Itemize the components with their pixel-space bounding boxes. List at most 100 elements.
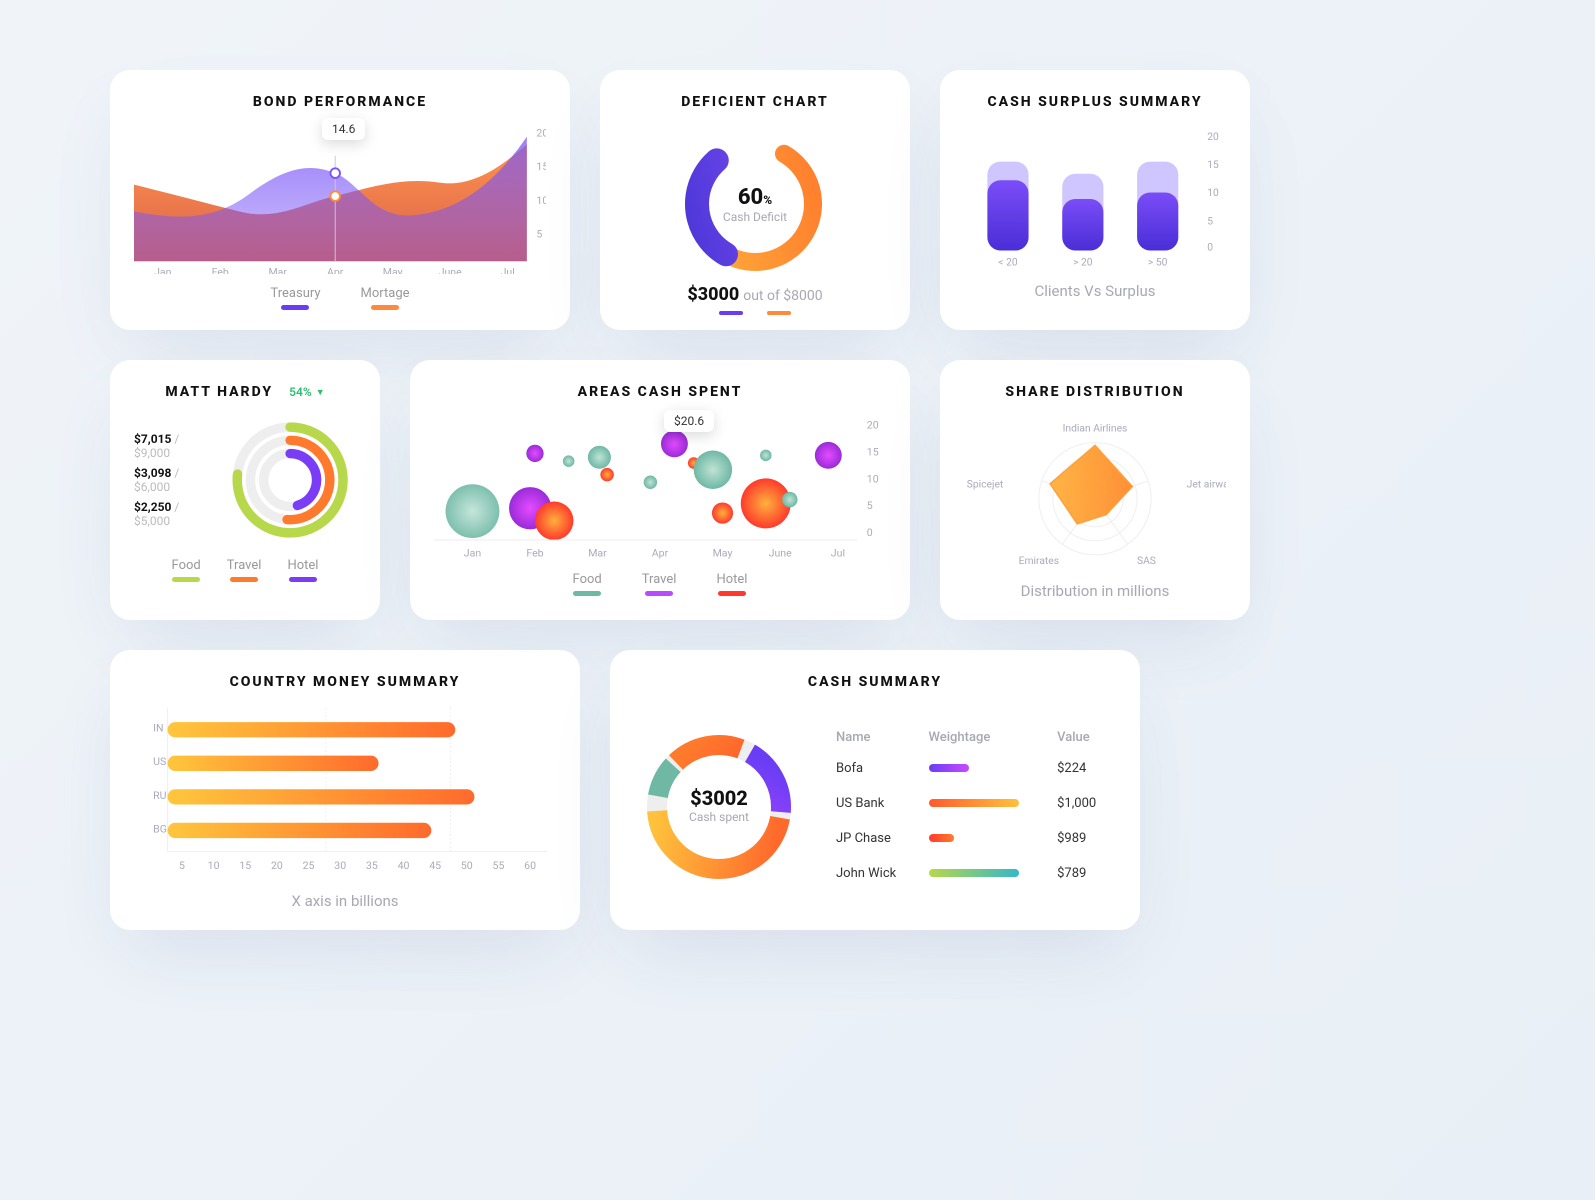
svg-text:60: 60 <box>524 859 536 872</box>
svg-text:Jul: Jul <box>831 546 845 559</box>
card-title: CASH SURPLUS SUMMARY <box>964 94 1226 110</box>
matt-radial <box>224 410 356 550</box>
svg-text:15: 15 <box>1207 158 1219 171</box>
legend-travel[interactable]: Travel <box>642 572 677 596</box>
svg-text:5: 5 <box>179 859 185 872</box>
share-caption: Distribution in millions <box>964 582 1226 600</box>
svg-text:50: 50 <box>461 859 473 872</box>
svg-text:5: 5 <box>536 227 542 240</box>
svg-text:15: 15 <box>536 160 546 173</box>
svg-text:IN: IN <box>153 722 163 735</box>
svg-text:Jul: Jul <box>501 266 515 274</box>
card-matt-hardy: MATT HARDY 54% $7,015 / $9,000 $3,098 / … <box>110 360 380 620</box>
svg-text:Apr: Apr <box>652 546 669 559</box>
svg-text:SAS: SAS <box>1137 554 1156 567</box>
card-title: SHARE DISTRIBUTION <box>964 384 1226 400</box>
svg-text:> 50: > 50 <box>1148 255 1168 268</box>
svg-text:20: 20 <box>536 127 546 140</box>
surplus-caption: Clients Vs Surplus <box>964 282 1226 300</box>
legend-food[interactable]: Food <box>172 558 201 582</box>
legend-hotel[interactable]: Hotel <box>287 558 318 582</box>
svg-text:20: 20 <box>1207 130 1219 143</box>
svg-text:US: US <box>153 755 166 768</box>
bond-area-chart: 20 15 10 5 Jan Feb Mar Apr <box>134 124 546 274</box>
svg-text:5: 5 <box>1207 214 1213 227</box>
table-row: JP Chase $989 <box>828 821 1116 856</box>
card-deficient: DEFICIENT CHART 60% Cash Deficit $3000 o… <box>600 70 910 330</box>
svg-text:20: 20 <box>867 418 879 431</box>
cashsum-center: $3002 Cash spent <box>634 786 804 824</box>
svg-text:15: 15 <box>239 859 251 872</box>
svg-text:BG: BG <box>153 822 167 835</box>
svg-text:> 20: > 20 <box>1073 255 1093 268</box>
svg-text:Jet airways: Jet airways <box>1187 477 1226 490</box>
areas-bubble-chart: 20 15 10 5 0 <box>434 414 886 564</box>
svg-text:15: 15 <box>867 445 879 458</box>
areas-tooltip: $20.6 <box>664 410 714 432</box>
pct-change-badge: 54% <box>289 385 325 399</box>
svg-text:Emirates: Emirates <box>1019 554 1059 567</box>
legend-travel[interactable]: Travel <box>227 558 262 582</box>
card-surplus: CASH SURPLUS SUMMARY 20 15 10 5 0 < 20 <box>940 70 1250 330</box>
svg-text:55: 55 <box>493 859 505 872</box>
matt-legend: Food Travel Hotel <box>134 558 356 582</box>
svg-text:Indian Airlines: Indian Airlines <box>1063 421 1128 434</box>
surplus-bars: 20 15 10 5 0 < 20 > 20 > 50 <box>964 124 1226 274</box>
deficient-footer: $3000 out of $8000 <box>624 284 886 315</box>
svg-text:0: 0 <box>867 526 873 539</box>
card-bond-performance: BOND PERFORMANCE 20 15 10 5 <box>110 70 570 330</box>
bond-yticks: 20 15 10 5 <box>536 127 546 241</box>
matt-values: $7,015 / $9,000 $3,098 / $6,000 $2,250 /… <box>134 426 214 534</box>
svg-text:10: 10 <box>208 859 220 872</box>
table-row: Bofa $224 <box>828 751 1116 786</box>
card-title: COUNTRY MONEY SUMMARY <box>134 674 556 690</box>
legend-treasury[interactable]: Treasury <box>270 286 320 310</box>
svg-text:Feb: Feb <box>212 266 229 274</box>
card-share-distribution: SHARE DISTRIBUTION Indian Airlines Jet a… <box>940 360 1250 620</box>
card-areas-cash-spent: AREAS CASH SPENT 20 15 10 5 0 <box>410 360 910 620</box>
country-caption: X axis in billions <box>134 892 556 910</box>
card-cash-summary: CASH SUMMARY $3002 Cash s <box>610 650 1140 930</box>
dashboard-grid: BOND PERFORMANCE 20 15 10 5 <box>110 70 1490 1130</box>
card-title: AREAS CASH SPENT <box>434 384 886 400</box>
svg-text:20: 20 <box>271 859 283 872</box>
svg-text:10: 10 <box>867 472 879 485</box>
svg-text:25: 25 <box>303 859 315 872</box>
svg-text:RU: RU <box>153 789 166 802</box>
cashsum-table: Name Weightage Value Bofa $224US Bank $1… <box>828 724 1116 891</box>
svg-text:10: 10 <box>536 194 546 207</box>
card-title: BOND PERFORMANCE <box>134 94 546 110</box>
svg-text:5: 5 <box>867 499 873 512</box>
table-row: US Bank $1,000 <box>828 786 1116 821</box>
svg-text:30: 30 <box>334 859 346 872</box>
legend-mortage[interactable]: Mortage <box>361 286 410 310</box>
svg-text:May: May <box>713 546 733 559</box>
svg-text:45: 45 <box>429 859 441 872</box>
svg-text:Mar: Mar <box>268 266 287 274</box>
svg-text:Jan: Jan <box>464 546 482 559</box>
share-radar: Indian Airlines Jet airways SAS Emirates… <box>964 414 1226 574</box>
svg-text:Feb: Feb <box>526 546 543 559</box>
areas-legend: Food Travel Hotel <box>434 572 886 596</box>
svg-text:June: June <box>769 546 792 559</box>
svg-text:40: 40 <box>398 859 410 872</box>
svg-text:Apr: Apr <box>327 266 344 274</box>
legend-food[interactable]: Food <box>573 572 602 596</box>
card-title: CASH SUMMARY <box>634 674 1116 690</box>
svg-text:Spicejet: Spicejet <box>967 477 1004 490</box>
svg-text:Mar: Mar <box>588 546 607 559</box>
svg-text:0: 0 <box>1207 240 1213 253</box>
card-title: DEFICIENT CHART <box>624 94 886 110</box>
bond-xticks: Jan Feb Mar Apr May June Jul <box>154 266 515 274</box>
svg-text:10: 10 <box>1207 186 1219 199</box>
svg-text:June: June <box>439 266 462 274</box>
svg-text:May: May <box>383 266 403 274</box>
svg-text:35: 35 <box>366 859 378 872</box>
bond-tooltip: 14.6 <box>322 118 365 140</box>
legend-hotel[interactable]: Hotel <box>716 572 747 596</box>
svg-text:< 20: < 20 <box>998 255 1018 268</box>
svg-text:Jan: Jan <box>154 266 172 274</box>
table-row: John Wick $789 <box>828 856 1116 891</box>
bond-legend: Treasury Mortage <box>134 286 546 310</box>
card-title: MATT HARDY <box>165 384 273 400</box>
